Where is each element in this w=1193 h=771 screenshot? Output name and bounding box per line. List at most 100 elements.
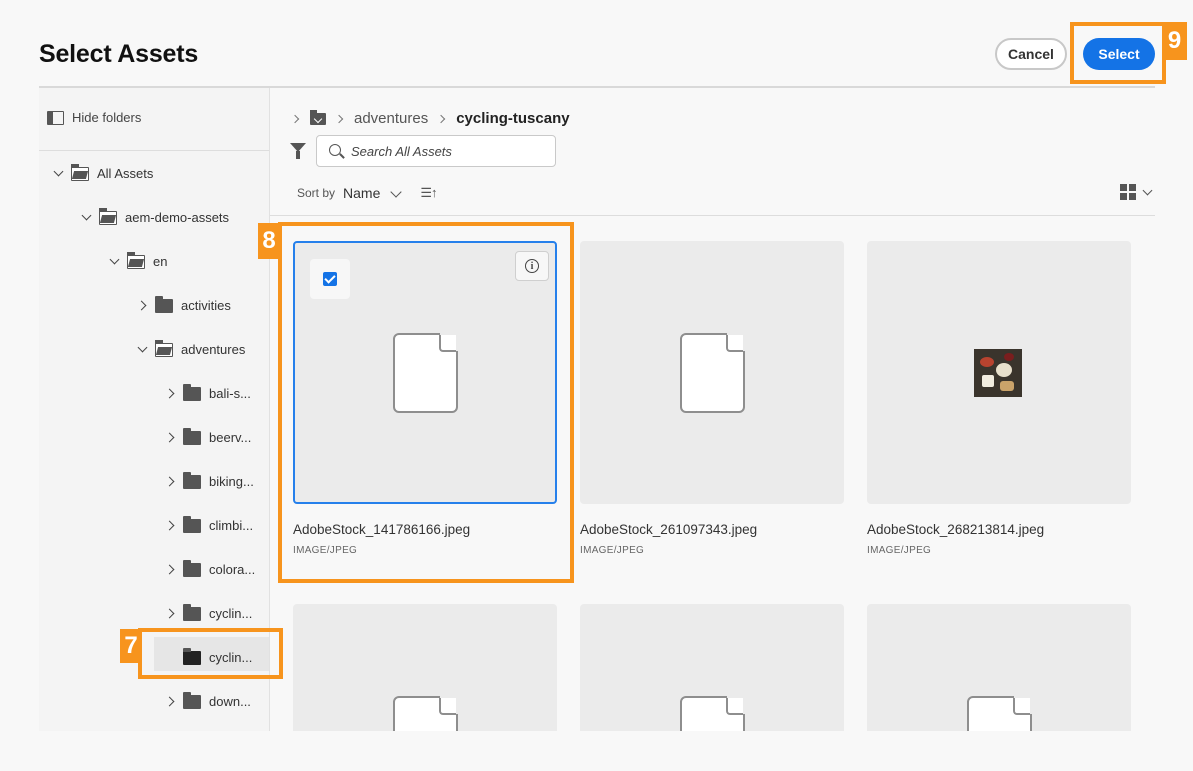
tree-item-all-assets[interactable]: All Assets bbox=[53, 158, 153, 188]
folder-open-icon bbox=[126, 252, 145, 269]
file-icon bbox=[393, 333, 458, 413]
chevron-down-icon bbox=[1142, 185, 1153, 195]
hide-folders-toggle[interactable]: Hide folders bbox=[47, 110, 141, 125]
folder-open-icon bbox=[70, 164, 89, 181]
chevron-down-icon[interactable] bbox=[53, 167, 65, 179]
view-mode-toggle[interactable] bbox=[1120, 184, 1155, 200]
chevron-down-icon[interactable] bbox=[137, 343, 149, 355]
search-icon bbox=[329, 144, 341, 156]
chevron-down-icon[interactable] bbox=[81, 211, 93, 223]
chevron-right-icon bbox=[336, 115, 344, 123]
callout-badge-7: 7 bbox=[120, 629, 142, 663]
chevron-right-icon[interactable] bbox=[165, 563, 177, 575]
breadcrumb-item-adventures[interactable]: adventures bbox=[354, 110, 428, 127]
sort-control[interactable]: Sort by Name ☰↑ bbox=[297, 185, 438, 201]
tree-item-label: cyclin... bbox=[209, 605, 253, 621]
select-assets-dialog: Select Assets Cancel Select Hide folders… bbox=[0, 0, 1193, 771]
filter-icon[interactable] bbox=[290, 143, 306, 159]
asset-browser: adventures cycling-tuscany Sort by Name … bbox=[270, 88, 1155, 731]
asset-card[interactable]: i AdobeStock_141786166.jpeg IMAGE/JPEG bbox=[293, 241, 557, 556]
folder-icon bbox=[183, 516, 201, 533]
folder-dropdown-icon[interactable] bbox=[310, 109, 326, 125]
tree-item-label: beerv... bbox=[209, 429, 252, 445]
asset-thumbnail[interactable] bbox=[293, 604, 557, 731]
asset-name: AdobeStock_141786166.jpeg bbox=[293, 522, 471, 537]
folder-sidebar: Hide folders All Assets aem-demo-assets … bbox=[39, 88, 270, 731]
asset-card[interactable] bbox=[293, 604, 557, 731]
tree-item-climbing[interactable]: climbi... bbox=[165, 510, 253, 540]
folder-open-icon bbox=[154, 340, 173, 357]
tree-item-adventures[interactable]: adventures bbox=[137, 334, 245, 364]
tree-item-label: colora... bbox=[209, 561, 256, 577]
folder-icon bbox=[183, 428, 201, 445]
chevron-right-icon[interactable] bbox=[165, 695, 177, 707]
asset-name: AdobeStock_261097343.jpeg bbox=[580, 522, 758, 537]
asset-card[interactable]: AdobeStock_261097343.jpeg IMAGE/JPEG bbox=[580, 241, 844, 556]
chevron-right-icon[interactable] bbox=[165, 475, 177, 487]
chevron-right-icon[interactable] bbox=[137, 299, 149, 311]
asset-type: IMAGE/JPEG bbox=[867, 545, 932, 556]
tree-item-biking[interactable]: biking... bbox=[165, 466, 254, 496]
callout-badge-9: 9 bbox=[1162, 22, 1187, 60]
tree-item-en[interactable]: en bbox=[109, 246, 167, 276]
info-icon: i bbox=[525, 259, 539, 273]
search-input[interactable] bbox=[351, 143, 541, 159]
tree-item-cycling-tuscany[interactable]: cyclin... bbox=[165, 642, 252, 672]
toolbar-divider bbox=[270, 215, 1155, 216]
tree-item-label: climbi... bbox=[209, 517, 254, 533]
breadcrumb: adventures cycling-tuscany bbox=[292, 109, 570, 127]
tree-item-bali[interactable]: bali-s... bbox=[165, 378, 251, 408]
sort-field-value[interactable]: Name bbox=[343, 185, 380, 201]
file-icon bbox=[967, 696, 1032, 731]
chevron-right-icon bbox=[292, 115, 300, 123]
chevron-right-icon[interactable] bbox=[165, 431, 177, 443]
callout-badge-8: 8 bbox=[258, 223, 280, 259]
asset-select-checkbox[interactable] bbox=[310, 259, 350, 299]
folder-icon bbox=[183, 692, 201, 709]
asset-thumbnail[interactable] bbox=[580, 604, 844, 731]
grid-view-icon bbox=[1120, 184, 1136, 200]
chevron-right-icon[interactable] bbox=[165, 607, 177, 619]
chevron-down-icon[interactable] bbox=[390, 185, 403, 198]
asset-card[interactable] bbox=[580, 604, 844, 731]
search-field[interactable] bbox=[316, 135, 556, 167]
tree-item-label: bali-s... bbox=[209, 385, 251, 401]
tree-item-label: activities bbox=[181, 297, 231, 313]
dialog-title: Select Assets bbox=[39, 40, 199, 68]
asset-type: IMAGE/JPEG bbox=[580, 545, 645, 556]
asset-thumbnail[interactable] bbox=[867, 604, 1131, 731]
file-icon bbox=[680, 333, 745, 413]
folder-icon bbox=[183, 472, 201, 489]
breadcrumb-current: cycling-tuscany bbox=[456, 110, 570, 127]
file-icon bbox=[393, 696, 458, 731]
select-button[interactable]: Select bbox=[1083, 38, 1155, 70]
cancel-button[interactable]: Cancel bbox=[995, 38, 1067, 70]
asset-thumbnail[interactable]: i bbox=[293, 241, 557, 504]
asset-type: IMAGE/JPEG bbox=[293, 545, 358, 556]
food-photo-thumbnail bbox=[974, 349, 1022, 397]
sort-by-label: Sort by bbox=[297, 186, 336, 200]
folder-open-icon bbox=[98, 208, 117, 225]
asset-thumbnail[interactable] bbox=[867, 241, 1131, 504]
tree-item-downhill[interactable]: down... bbox=[165, 686, 251, 716]
tree-item-label: biking... bbox=[209, 473, 254, 489]
sidebar-panel-icon bbox=[47, 110, 64, 125]
chevron-down-icon[interactable] bbox=[109, 255, 121, 267]
info-button[interactable]: i bbox=[515, 251, 549, 281]
tree-item-beer[interactable]: beerv... bbox=[165, 422, 251, 452]
chevron-right-icon[interactable] bbox=[165, 519, 177, 531]
tree-item-activities[interactable]: activities bbox=[137, 290, 231, 320]
tree-item-cycling-1[interactable]: cyclin... bbox=[165, 598, 252, 628]
tree-item-colorado[interactable]: colora... bbox=[165, 554, 255, 584]
asset-thumbnail[interactable] bbox=[580, 241, 844, 504]
sort-ascending-icon[interactable]: ☰↑ bbox=[420, 185, 437, 201]
asset-card[interactable]: AdobeStock_268213814.jpeg IMAGE/JPEG bbox=[867, 241, 1131, 556]
chevron-right-icon bbox=[438, 115, 446, 123]
tree-item-label: en bbox=[153, 253, 168, 269]
tree-item-label: All Assets bbox=[97, 165, 154, 181]
tree-item-aem-demo-assets[interactable]: aem-demo-assets bbox=[81, 202, 229, 232]
sidebar-divider bbox=[39, 150, 269, 151]
hide-folders-label: Hide folders bbox=[72, 110, 142, 125]
asset-card[interactable] bbox=[867, 604, 1131, 731]
chevron-right-icon[interactable] bbox=[165, 387, 177, 399]
